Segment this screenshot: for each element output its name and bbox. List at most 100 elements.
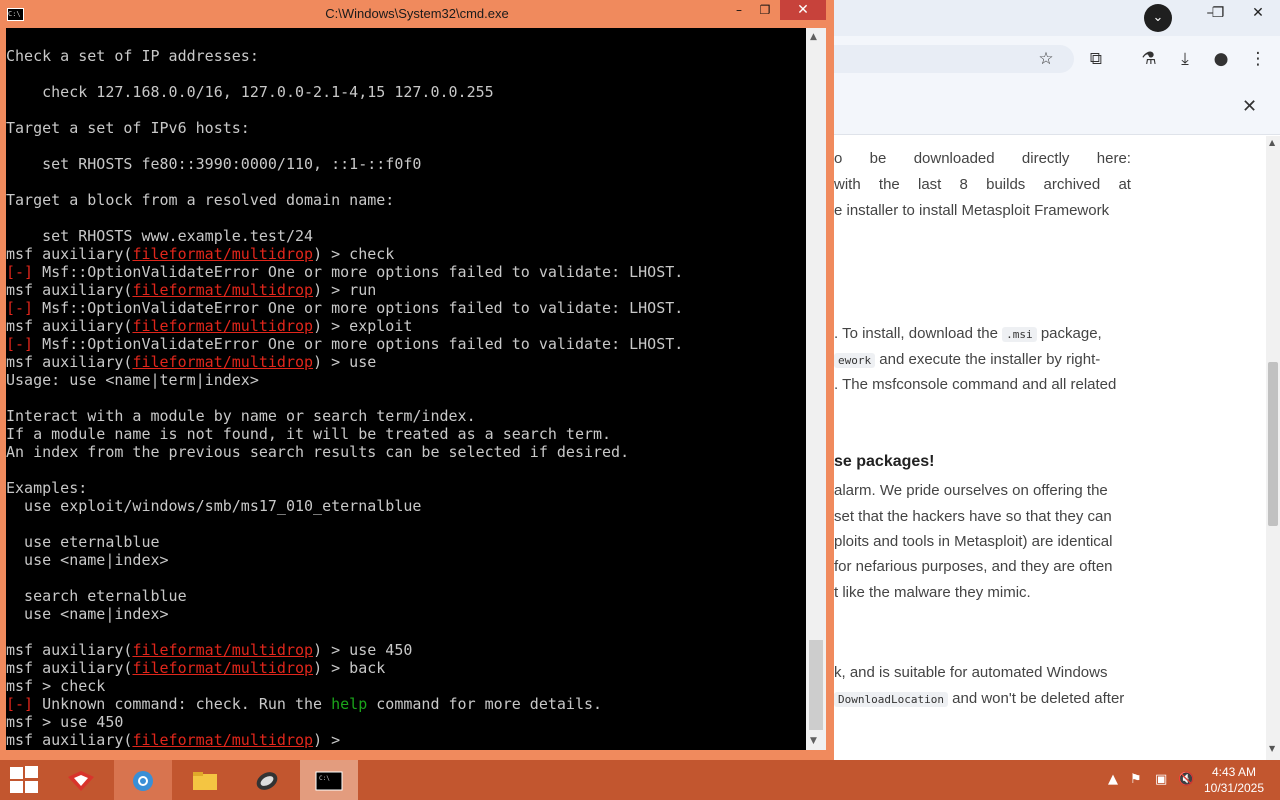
console-text-segment: use exploit/windows/smb/ms17_010_eternal…	[6, 497, 422, 515]
console-text-segment: help	[331, 695, 368, 713]
infobar-close-icon[interactable]: ✕	[1242, 96, 1257, 117]
console-text-segment: Msf::OptionValidateError One or more opt…	[33, 335, 684, 353]
labs-flask-icon[interactable]: ⚗	[1136, 46, 1162, 72]
page-scroll-thumb[interactable]	[1268, 362, 1278, 526]
para1-line2: with the last 8 builds archived at	[834, 176, 1131, 193]
start-button[interactable]	[8, 766, 38, 794]
console-line: msf auxiliary(fileformat/multidrop) > ru…	[6, 281, 376, 299]
console-text-segment: msf auxiliary(	[6, 731, 133, 749]
console-text-segment: fileformat/multidrop	[132, 731, 314, 749]
console-text-segment: fileformat/multidrop	[132, 641, 314, 659]
console-line: [-] Unknown command: check. Run the help…	[6, 695, 602, 713]
cmd-close-button[interactable]: ✕	[780, 0, 826, 20]
console-text-segment: Target a block from a resolved domain na…	[6, 191, 395, 209]
console-line: msf auxiliary(fileformat/multidrop) > us…	[6, 353, 376, 371]
cmd-minimize-button[interactable]: –	[726, 0, 752, 20]
page-scrollbar[interactable]: ▲ ▼	[1266, 136, 1280, 760]
scroll-down-arrow-icon[interactable]: ▼	[1269, 744, 1275, 753]
console-text-segment: [-]	[6, 335, 34, 353]
console-text-segment: msf auxiliary(	[6, 281, 133, 299]
taskbar-app-tool[interactable]	[238, 760, 296, 800]
cmd-icon: C:\	[315, 771, 343, 790]
console-line: Usage: use <name|term|index>	[6, 371, 259, 389]
system-clock[interactable]: 4:43 AM 10/31/2025	[1196, 764, 1272, 796]
cmd-scroll-up-icon[interactable]: ▲	[810, 32, 817, 42]
taskbar-app-security[interactable]	[52, 760, 110, 800]
console-line: [-] Msf::OptionValidateError One or more…	[6, 335, 683, 353]
taskbar: C:\ ▲ ⚑ ▣ 🔇 4:43 AM 10/31/2025	[0, 760, 1280, 800]
browser-close-button[interactable]: ✕	[1238, 2, 1278, 24]
console-line: Check a set of IP addresses:	[6, 47, 259, 65]
console-text-segment: [-]	[6, 695, 34, 713]
tab-search-chevron-icon[interactable]: ⌄	[1144, 4, 1172, 32]
console-line: use <name|index>	[6, 551, 169, 569]
console-line: set RHOSTS www.example.test/24	[6, 227, 313, 245]
console-line: Target a set of IPv6 hosts:	[6, 119, 250, 137]
clock-date: 10/31/2025	[1203, 781, 1265, 795]
svg-text:C:\: C:\	[319, 775, 330, 782]
console-line: msf > use 450	[6, 713, 123, 731]
taskbar-app-cmd[interactable]: C:\	[300, 760, 358, 800]
console-text-segment: ) > use	[313, 353, 377, 371]
cmd-scrollbar[interactable]: ▲ ▼	[806, 28, 826, 750]
console-text-segment: msf > check	[6, 677, 106, 695]
console-line: [-] Msf::OptionValidateError One or more…	[6, 263, 683, 281]
cmd-scroll-down-icon[interactable]: ▼	[810, 736, 817, 746]
console-text-segment: msf auxiliary(	[6, 641, 133, 659]
console-output[interactable]: Check a set of IP addresses: check 127.1…	[6, 28, 806, 750]
console-text-segment: ) >	[313, 731, 350, 749]
action-center-flag-icon[interactable]: ⚑	[1130, 760, 1142, 800]
console-text-segment: Check a set of IP addresses:	[6, 47, 259, 65]
console-text-segment: Examples:	[6, 479, 88, 497]
console-line: msf auxiliary(fileformat/multidrop) > us…	[6, 641, 412, 659]
console-text-segment: ) > use 450	[313, 641, 413, 659]
console-line: Target a block from a resolved domain na…	[6, 191, 394, 209]
console-text-segment: Interact with a module by name or search…	[6, 407, 476, 425]
volume-muted-icon[interactable]: 🔇	[1178, 760, 1194, 800]
console-text-segment: use <name|index>	[6, 605, 169, 623]
console-text-segment: Msf::OptionValidateError One or more opt…	[33, 299, 684, 317]
para3-line3: ploits and tools in Metasploit) are iden…	[834, 533, 1113, 550]
console-text-segment: Unknown command: check. Run the	[33, 695, 332, 713]
console-text-segment: [-]	[6, 299, 34, 317]
cmd-scroll-thumb[interactable]	[809, 640, 823, 730]
console-text-segment: fileformat/multidrop	[132, 245, 314, 263]
download-location-code: DownloadLocation	[834, 692, 948, 707]
cmd-window: C:\ C:\Windows\System32\cmd.exe – ❐ ✕ Ch…	[0, 0, 834, 760]
tool-app-icon	[256, 771, 278, 790]
download-icon[interactable]: ⤓	[1172, 46, 1198, 72]
console-text-segment: ) > back	[313, 659, 386, 677]
console-line: msf > check	[6, 677, 105, 695]
windows-logo-icon	[10, 767, 23, 779]
bookmark-star-icon[interactable]: ☆	[1033, 46, 1059, 72]
console-text-segment: ) > check	[313, 245, 395, 263]
cmd-titlebar[interactable]: C:\ C:\Windows\System32\cmd.exe – ❐ ✕	[0, 0, 834, 28]
console-line: check 127.168.0.0/16, 127.0.0-2.1-4,15 1…	[6, 83, 494, 101]
browser-restore-icon[interactable]: ❐	[1198, 2, 1238, 24]
browser-window: ⌄ – ❐ ✕ ☆ ⧉ ⚗ ⤓ ● ⋮ ✕ o be downloaded direc…	[834, 0, 1280, 760]
console-text-segment: fileformat/multidrop	[132, 281, 314, 299]
para2-line1: . To install, download the .msi package,	[834, 325, 1102, 342]
para3-line2: set that the hackers have so that they c…	[834, 508, 1112, 525]
network-icon[interactable]: ▣	[1155, 760, 1167, 800]
console-text-segment: msf auxiliary(	[6, 317, 133, 335]
console-line: msf auxiliary(fileformat/multidrop) > ba…	[6, 659, 385, 677]
console-text-segment: If a module name is not found, it will b…	[6, 425, 612, 443]
taskbar-app-explorer[interactable]	[176, 760, 234, 800]
cmd-restore-button[interactable]: ❐	[752, 0, 778, 20]
tray-expand-icon[interactable]: ▲	[1108, 760, 1118, 800]
console-text-segment: set RHOSTS fe80::3990:0000/110, ::1-::f0…	[6, 155, 422, 173]
cmd-window-title: C:\Windows\System32\cmd.exe	[325, 6, 509, 21]
para3-line4: for nefarious purposes, and they are oft…	[834, 558, 1113, 575]
scroll-up-arrow-icon[interactable]: ▲	[1269, 138, 1275, 147]
console-text-segment: use <name|index>	[6, 551, 169, 569]
taskbar-app-browser[interactable]	[114, 760, 172, 800]
console-text-segment: set RHOSTS www.example.test/24	[6, 227, 314, 245]
menu-more-icon[interactable]: ⋮	[1245, 46, 1271, 72]
profile-avatar-icon[interactable]: ●	[1208, 46, 1234, 72]
extensions-icon[interactable]: ⧉	[1083, 46, 1109, 72]
para2-line2: ework and execute the installer by right…	[834, 349, 1100, 372]
console-text-segment: msf auxiliary(	[6, 245, 133, 263]
para3-line1: alarm. We pride ourselves on offering th…	[834, 482, 1108, 499]
console-text-segment: ) > exploit	[313, 317, 413, 335]
